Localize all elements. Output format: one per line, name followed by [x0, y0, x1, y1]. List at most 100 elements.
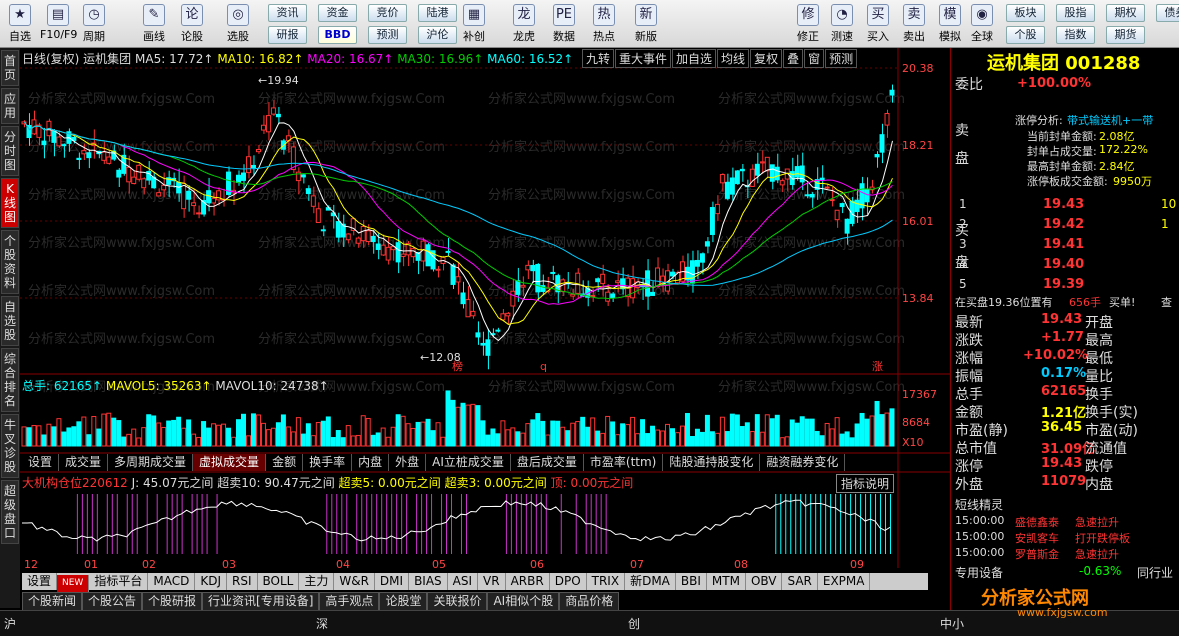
- ind-tab-4[interactable]: KDJ: [195, 573, 227, 590]
- quick-button-0[interactable]: 资讯: [268, 4, 307, 22]
- side-tab-3[interactable]: K线图: [1, 178, 19, 228]
- ind-tab-15[interactable]: TRIX: [586, 573, 626, 590]
- chart-button-4[interactable]: 复权: [750, 49, 783, 68]
- toolbar-2[interactable]: ◷ 周期: [76, 2, 112, 46]
- chart-button-0[interactable]: 九转: [582, 49, 615, 68]
- toolbar-16[interactable]: 修修正: [790, 2, 826, 46]
- vol-tab-12[interactable]: 融资融券变化: [760, 454, 846, 471]
- toolbar-14[interactable]: 热热点: [586, 2, 622, 46]
- quick-button-4[interactable]: 研报: [268, 26, 307, 44]
- vol-tab-10[interactable]: 市盈率(ttm): [584, 454, 664, 471]
- side-tab-7[interactable]: 牛叉诊股: [1, 414, 19, 478]
- quick-button-3[interactable]: 陆港: [418, 4, 457, 22]
- vol-bar: [555, 420, 561, 447]
- ind-tab-17[interactable]: BBI: [675, 573, 707, 590]
- ind-tab-7[interactable]: 主力: [299, 573, 335, 590]
- toolbar-5[interactable]: ◎ 选股: [220, 2, 256, 46]
- ind-tab-9[interactable]: DMI: [374, 573, 410, 590]
- news-tab-7[interactable]: AI相似个股: [487, 592, 560, 611]
- toolbar-20[interactable]: 模模拟: [932, 2, 968, 46]
- news-tab-5[interactable]: 论股堂: [379, 592, 428, 611]
- market-button-5[interactable]: 指数: [1056, 26, 1095, 44]
- vol-tab-6[interactable]: 内盘: [352, 454, 390, 471]
- ind-tab-12[interactable]: VR: [478, 573, 506, 590]
- side-tab-2[interactable]: 分时图: [1, 126, 19, 176]
- side-tab-4[interactable]: 个股资料: [1, 230, 19, 294]
- market-button-2[interactable]: 期权: [1106, 4, 1145, 22]
- quick-button-5[interactable]: BBD: [318, 26, 357, 44]
- toolbar-15[interactable]: 新新版: [628, 2, 664, 46]
- ind-tab-2[interactable]: 指标平台: [89, 573, 149, 590]
- news-tab-1[interactable]: 个股公告: [82, 592, 143, 611]
- toolbar-18[interactable]: 买买入: [860, 2, 896, 46]
- toolbar-11[interactable]: ▦ 补创: [456, 2, 492, 46]
- market-button-1[interactable]: 股指: [1056, 4, 1095, 22]
- ind-tab-11[interactable]: ASI: [447, 573, 479, 590]
- chart-button-2[interactable]: 加自选: [672, 49, 717, 68]
- indicator-explain-button[interactable]: 指标说明: [836, 474, 895, 493]
- ind-bar: [371, 494, 373, 554]
- market-button-0[interactable]: 板块: [1006, 4, 1045, 22]
- vol-tab-11[interactable]: 陆股通持股变化: [663, 454, 761, 471]
- quick-button-7[interactable]: 沪伦: [418, 26, 457, 44]
- side-tab-1[interactable]: 应用: [1, 88, 19, 124]
- kline-chart[interactable]: 分析家公式网www.fxjgsw.Com 分析家公式网www.fxjgsw.Com…: [20, 48, 950, 608]
- ind-tab-14[interactable]: DPO: [549, 573, 587, 590]
- ind-tab-13[interactable]: ARBR: [505, 573, 550, 590]
- news-tab-8[interactable]: 商品价格: [559, 592, 620, 611]
- toolbar-3[interactable]: ✎ 画线: [136, 2, 172, 46]
- news-tab-0[interactable]: 个股新闻: [22, 592, 83, 611]
- quick-button-6[interactable]: 预测: [368, 26, 407, 44]
- news-tab-6[interactable]: 关联报价: [427, 592, 488, 611]
- quick-button-2[interactable]: 竞价: [368, 4, 407, 22]
- chart-button-6[interactable]: 窗: [804, 49, 825, 68]
- toolbar-1[interactable]: ▤ F10/F9: [40, 2, 77, 46]
- chart-button-5[interactable]: 叠: [783, 49, 804, 68]
- toolbar-4[interactable]: 论论股: [174, 2, 210, 46]
- ind-tab-3[interactable]: MACD: [148, 573, 196, 590]
- toolbar-13[interactable]: PE 数据: [546, 2, 582, 46]
- ind-tab-10[interactable]: BIAS: [409, 573, 448, 590]
- news-tab-2[interactable]: 个股研报: [142, 592, 203, 611]
- ind-tab-1[interactable]: NEW: [57, 575, 90, 592]
- vol-tab-3[interactable]: 虚拟成交量: [193, 454, 267, 471]
- toolbar-17[interactable]: ◔ 测速: [824, 2, 860, 46]
- chart-button-7[interactable]: 预测: [825, 49, 858, 68]
- ind-tab-20[interactable]: SAR: [782, 573, 818, 590]
- stock-title: 运机集团 001288: [987, 53, 1141, 74]
- chart-button-3[interactable]: 均线: [717, 49, 750, 68]
- toolbar-19[interactable]: 卖卖出: [896, 2, 932, 46]
- vol-tab-4[interactable]: 金额: [266, 454, 304, 471]
- vol-tab-8[interactable]: AI立桩成交量: [426, 454, 511, 471]
- ind-tab-16[interactable]: 新DMA: [625, 573, 676, 590]
- market-button-4[interactable]: 个股: [1006, 26, 1045, 44]
- vol-tab-0[interactable]: 设置: [22, 454, 60, 471]
- ind-tab-0[interactable]: 设置: [22, 573, 58, 590]
- vol-tab-2[interactable]: 多周期成交量: [108, 454, 194, 471]
- news-tab-3[interactable]: 行业资讯[专用设备]: [202, 592, 320, 611]
- toolbar-21[interactable]: ◉ 全球: [964, 2, 1000, 46]
- news-tab-4[interactable]: 高手观点: [319, 592, 380, 611]
- ind-tab-6[interactable]: BOLL: [257, 573, 300, 590]
- side-tab-8[interactable]: 超级盘口: [1, 480, 19, 544]
- ind-bar: [855, 494, 857, 554]
- market-button-3[interactable]: 债券: [1156, 4, 1179, 22]
- ind-tab-5[interactable]: RSI: [227, 573, 258, 590]
- candle: [854, 199, 860, 213]
- ind-tab-19[interactable]: OBV: [745, 573, 783, 590]
- vol-tab-9[interactable]: 盘后成交量: [511, 454, 584, 471]
- side-tab-5[interactable]: 自选股: [1, 296, 19, 346]
- toolbar-12[interactable]: 龙龙虎: [506, 2, 542, 46]
- side-tab-6[interactable]: 综合排名: [1, 348, 19, 412]
- vol-tab-7[interactable]: 外盘: [389, 454, 427, 471]
- market-button-6[interactable]: 期货: [1106, 26, 1145, 44]
- vol-tab-1[interactable]: 成交量: [59, 454, 109, 471]
- toolbar-0[interactable]: ★ 自选: [2, 2, 38, 46]
- ind-tab-8[interactable]: W&R: [334, 573, 375, 590]
- chart-button-1[interactable]: 重大事件: [615, 49, 672, 68]
- ind-tab-21[interactable]: EXPMA: [817, 573, 871, 590]
- quick-button-1[interactable]: 资金: [318, 4, 357, 22]
- vol-tab-5[interactable]: 换手率: [303, 454, 353, 471]
- side-tab-0[interactable]: 首页: [1, 50, 19, 86]
- ind-tab-18[interactable]: MTM: [706, 573, 746, 590]
